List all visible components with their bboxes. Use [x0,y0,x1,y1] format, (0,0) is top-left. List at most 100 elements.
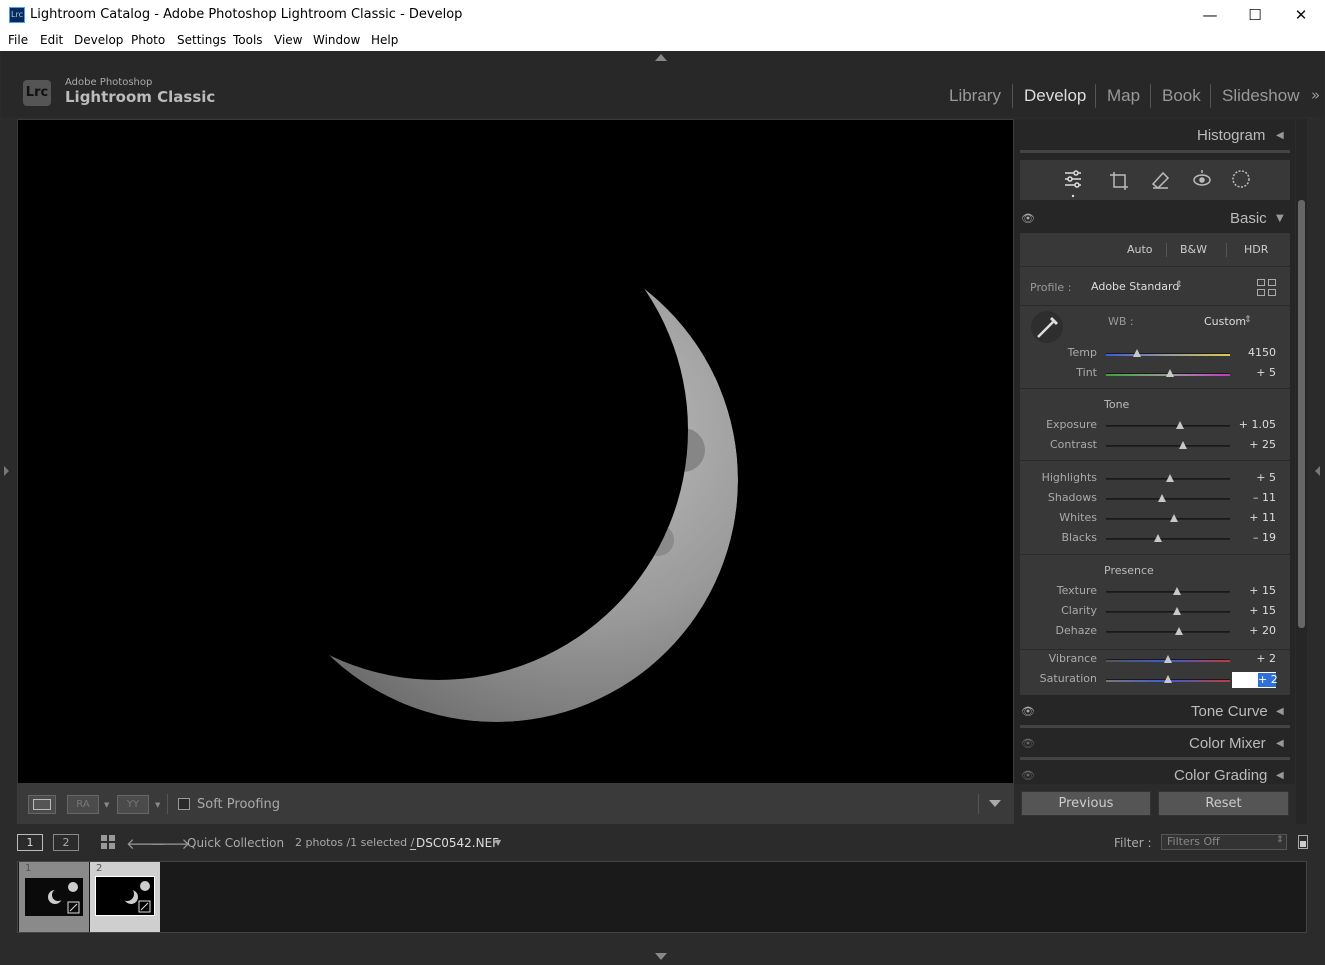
bottom-panel-toggle-icon[interactable] [655,953,667,960]
module-map[interactable]: Map [1107,86,1140,106]
wb-select[interactable]: Custom [1204,315,1246,328]
grid-view-icon[interactable] [101,835,116,850]
more-modules-icon[interactable]: » [1311,86,1320,104]
filmstrip-cell-1[interactable]: 1 [19,862,89,932]
maximize-button[interactable]: ☐ [1232,0,1278,30]
second-window-button[interactable]: 2 [53,834,79,851]
slider-thumb-temp[interactable] [1133,349,1141,357]
bw-button[interactable]: B&W [1180,243,1207,256]
slider-track-clarity[interactable] [1106,611,1230,613]
source-label[interactable]: Quick Collection [187,836,284,850]
module-book[interactable]: Book [1162,86,1201,106]
slider-thumb-shadows[interactable] [1158,494,1166,502]
slider-track-contrast[interactable] [1106,445,1230,447]
slider-thumb-clarity[interactable] [1173,607,1181,615]
color-mixer-collapse-icon[interactable]: ◀ [1276,738,1284,749]
basic-visibility-eye-icon[interactable]: 👁 [1021,212,1035,225]
filename-dropdown-icon[interactable]: ▼ [495,838,501,847]
yy-dropdown-icon[interactable]: ▼ [155,801,160,809]
slider-value-shadows[interactable]: – 11 [1232,491,1276,504]
minimize-button[interactable]: — [1187,0,1233,30]
module-library[interactable]: Library [949,86,1001,106]
menu-help[interactable]: Help [371,33,398,47]
module-slideshow[interactable]: Slideshow [1222,86,1300,106]
profile-browser-grid-icon[interactable] [1257,279,1276,296]
menu-window[interactable]: Window [313,33,360,47]
toolbar-menu-chevron-icon[interactable] [989,800,1001,807]
slider-value-clarity[interactable]: + 15 [1232,604,1276,617]
slider-value-exposure[interactable]: + 1.05 [1232,418,1276,431]
right-panel-toggle-icon[interactable] [1315,466,1320,476]
previous-button[interactable]: Previous [1021,791,1151,816]
slider-thumb-highlights[interactable] [1166,474,1174,482]
histogram-header[interactable]: Histogram [1197,127,1265,144]
menu-view[interactable]: View [274,33,302,47]
slider-thumb-vibrance[interactable] [1164,655,1172,663]
slider-track-whites[interactable] [1106,518,1230,520]
slider-value-highlights[interactable]: + 5 [1232,471,1276,484]
slider-value-texture[interactable]: + 15 [1232,584,1276,597]
filter-select[interactable]: Filters Off [1161,834,1287,850]
basic-header[interactable]: Basic [1230,210,1267,227]
slider-thumb-tint[interactable] [1166,369,1174,377]
slider-value-blacks[interactable]: – 19 [1232,531,1276,544]
basic-expand-icon[interactable]: ▼ [1276,213,1284,224]
top-panel-toggle-icon[interactable] [655,54,667,61]
slider-track-shadows[interactable] [1106,498,1230,500]
menu-photo[interactable]: Photo [131,33,165,47]
slider-track-temp[interactable] [1106,353,1230,356]
module-develop[interactable]: Develop [1024,86,1086,106]
main-window-button[interactable]: 1 [17,834,43,851]
soft-proofing-checkbox[interactable] [178,798,190,810]
loupe-view-button[interactable] [28,795,56,814]
slider-value-vibrance[interactable]: + 2 [1232,652,1276,665]
slider-value-saturation[interactable]: + 2 [1258,673,1278,686]
filter-lock-icon[interactable] [1298,835,1308,849]
menu-develop[interactable]: Develop [74,33,123,47]
slider-thumb-contrast[interactable] [1179,441,1187,449]
slider-thumb-blacks[interactable] [1154,534,1162,542]
reset-button[interactable]: Reset [1158,791,1289,816]
wb-eyedropper-icon[interactable] [1030,310,1064,344]
slider-track-exposure[interactable] [1106,425,1230,427]
filter-select-arrows-icon[interactable]: ⇕ [1276,835,1284,845]
color-grading-eye-icon[interactable]: 👁 [1021,769,1035,782]
tone-curve-eye-icon[interactable]: 👁 [1021,705,1035,718]
right-panel-scroll-thumb[interactable] [1298,200,1305,628]
slider-thumb-whites[interactable] [1170,514,1178,522]
histogram-collapse-icon[interactable]: ◀ [1276,130,1284,141]
slider-value-whites[interactable]: + 11 [1232,511,1276,524]
slider-value-temp[interactable]: 4150 [1232,346,1276,359]
menu-file[interactable]: File [8,33,28,47]
profile-select-arrows-icon[interactable]: ⇕ [1175,280,1183,290]
close-button[interactable]: ✕ [1278,0,1324,30]
profile-select[interactable]: Adobe Standard [1091,280,1179,293]
photo-canvas[interactable] [17,119,1014,784]
slider-thumb-texture[interactable] [1173,587,1181,595]
slider-track-blacks[interactable] [1106,538,1230,540]
slider-value-dehaze[interactable]: + 20 [1232,624,1276,637]
yy-compare-button[interactable]: YY [117,795,149,814]
ra-compare-button[interactable]: RA [67,795,99,814]
tone-curve-collapse-icon[interactable]: ◀ [1276,706,1284,717]
slider-thumb-exposure[interactable] [1176,421,1184,429]
slider-track-dehaze[interactable] [1106,631,1230,633]
color-mixer-header[interactable]: Color Mixer [1189,735,1266,752]
wb-select-arrows-icon[interactable]: ⇕ [1244,315,1252,325]
hdr-button[interactable]: HDR [1244,243,1268,256]
ra-dropdown-icon[interactable]: ▼ [104,801,109,809]
slider-thumb-saturation[interactable] [1164,675,1172,683]
slider-value-tint[interactable]: + 5 [1232,366,1276,379]
slider-thumb-dehaze[interactable] [1175,627,1183,635]
selected-filename[interactable]: _DSC0542.NEF [410,836,499,850]
left-panel-toggle-icon[interactable] [4,466,9,476]
color-grading-header[interactable]: Color Grading [1174,767,1267,784]
slider-track-texture[interactable] [1106,591,1230,593]
slider-value-contrast[interactable]: + 25 [1232,438,1276,451]
menu-tools[interactable]: Tools [233,33,263,47]
menu-edit[interactable]: Edit [40,33,63,47]
filmstrip-cell-2-selected[interactable]: 2 [90,862,160,932]
tone-curve-header[interactable]: Tone Curve [1191,703,1268,720]
color-grading-collapse-icon[interactable]: ◀ [1276,770,1284,781]
color-mixer-eye-icon[interactable]: 👁 [1021,737,1035,750]
